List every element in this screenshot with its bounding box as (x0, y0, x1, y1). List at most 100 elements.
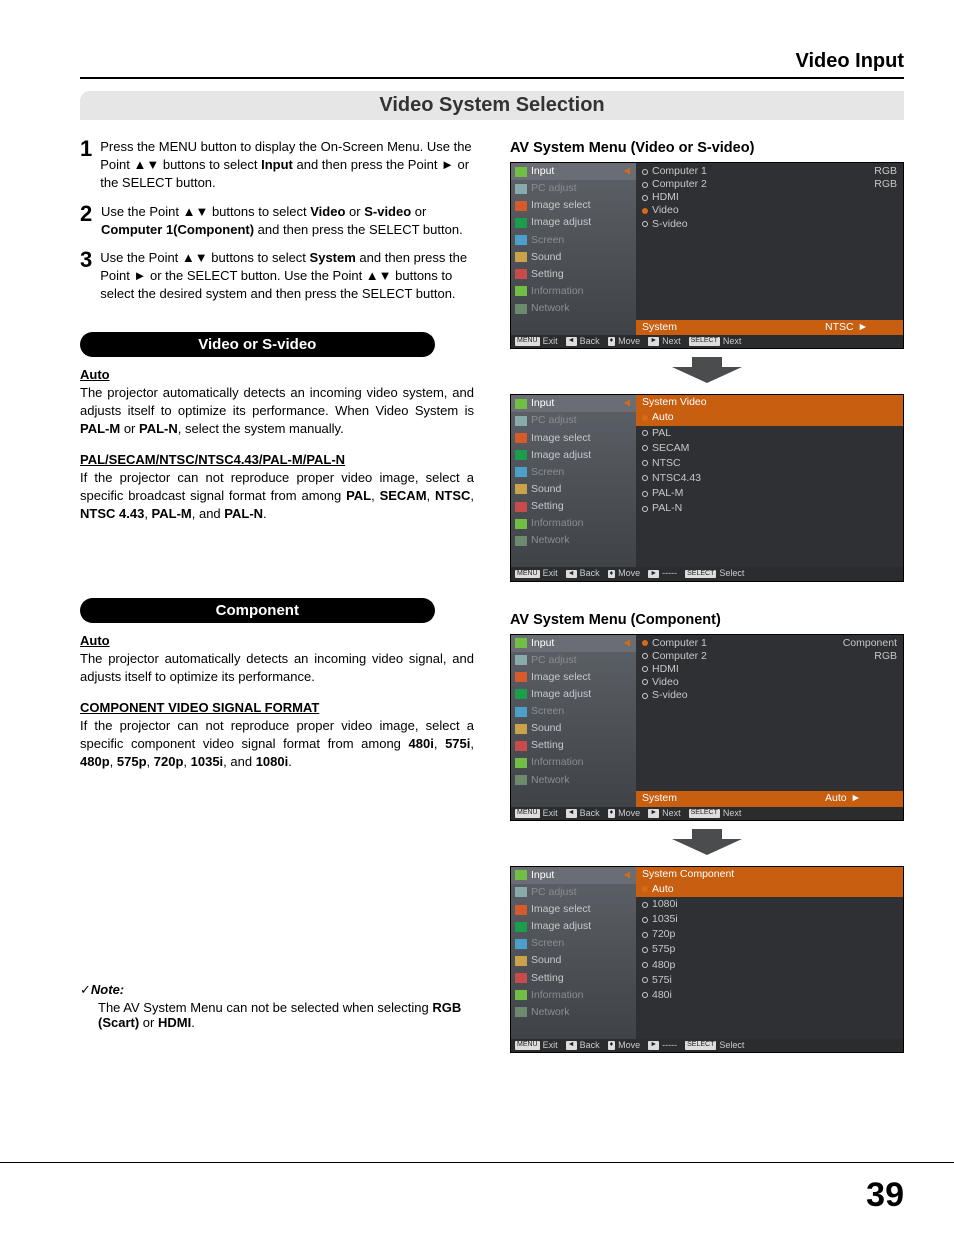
osd-foot-item: ►Next (648, 808, 680, 819)
menu-icon (515, 304, 527, 314)
osd-side-label: Screen (531, 466, 564, 479)
osd-footer: MENUExit◄Back♦Move►NextSELECTNext (511, 335, 903, 348)
osd-input-name: S-video (652, 218, 688, 231)
osd-main: System VideoAutoPALSECAMNTSCNTSC4.43PAL-… (636, 395, 903, 567)
osd-foot-item: ◄Back (566, 808, 600, 819)
osd-input-name: Computer 2 (652, 650, 707, 663)
osd-input-row: Computer 1RGB (642, 165, 897, 178)
osd-side-item: Network (511, 300, 636, 317)
osd-side-item: Screen (511, 464, 636, 481)
menu-icon (515, 1007, 527, 1017)
osd-side-label: Image select (531, 432, 591, 445)
auto-heading-2: Auto (80, 633, 474, 648)
menu-icon (515, 758, 527, 768)
osd-input-name: Computer 1 (652, 637, 707, 650)
radio-icon (642, 977, 648, 983)
osd-side-label: Information (531, 285, 584, 298)
osd-panel: Input◄PC adjustImage selectImage adjustS… (510, 394, 904, 581)
pill-component: Component (80, 598, 435, 623)
note-block: ✓Note: The AV System Menu can not be sel… (80, 982, 474, 1030)
radio-icon (642, 221, 648, 227)
osd-system-name: 720p (652, 928, 675, 941)
menu-icon (515, 433, 527, 443)
osd-side-item: Setting (511, 970, 636, 987)
menu-icon (515, 672, 527, 682)
menu-icon (515, 201, 527, 211)
osd-system-name: 1035i (652, 913, 678, 926)
radio-icon (642, 445, 648, 451)
menu-icon (515, 724, 527, 734)
osd-system-row: 1035i (642, 912, 897, 927)
osd-side-label: Network (531, 534, 570, 547)
osd-system-name: Auto (652, 411, 674, 424)
menu-icon (515, 416, 527, 426)
arrow-down-icon (510, 357, 904, 386)
osd-side-item: Screen (511, 935, 636, 952)
osd-input-name: Computer 1 (652, 165, 707, 178)
osd-foot-item: MENUExit (515, 568, 558, 579)
osd-system-bar: SystemAuto ► (636, 791, 903, 806)
osd-side-item: PC adjust (511, 180, 636, 197)
osd-side-item: PC adjust (511, 884, 636, 901)
menu-icon (515, 286, 527, 296)
osd-foot-item: ◄Back (566, 568, 600, 579)
osd-foot-item: MENUExit (515, 1040, 558, 1051)
osd-side-item: Screen (511, 232, 636, 249)
osd-foot-item: SELECTSelect (685, 568, 744, 579)
menu-icon (515, 956, 527, 966)
osd-system-row: PAL-N (642, 501, 897, 516)
osd-system-row: NTSC4.43 (642, 471, 897, 486)
osd-system-name: 480p (652, 959, 675, 972)
auto-heading-1: Auto (80, 367, 474, 382)
chevron-left-icon: ◄ (622, 397, 632, 410)
auto-para-1: The projector automatically detects an i… (80, 384, 474, 439)
osd-foot-item: ♦Move (608, 808, 641, 819)
osd-side-label: Image select (531, 903, 591, 916)
osd-foot-item: ◄Back (566, 336, 600, 347)
osd-side-label: Screen (531, 234, 564, 247)
menu-icon (515, 689, 527, 699)
osd-screenshot-2: Input◄PC adjustImage selectImage adjustS… (510, 394, 904, 581)
menu-icon (515, 450, 527, 460)
osd-input-name: Computer 2 (652, 178, 707, 191)
osd-foot-item: SELECTSelect (685, 1040, 744, 1051)
osd1-title: AV System Menu (Video or S-video) (510, 140, 904, 156)
menu-icon (515, 536, 527, 546)
osd-system-label: System (636, 791, 819, 806)
osd-main: System ComponentAuto1080i1035i720p575p48… (636, 867, 903, 1039)
radio-icon (642, 932, 648, 938)
osd-side-item: Information (511, 987, 636, 1004)
chevron-left-icon: ◄ (622, 165, 632, 178)
osd-panel: Input◄PC adjustImage selectImage adjustS… (510, 162, 904, 349)
osd-system-name: PAL-N (652, 502, 682, 515)
osd-input-row: Computer 1 Component (642, 637, 897, 650)
osd-system-name: PAL (652, 427, 671, 440)
osd-side-label: Input (531, 397, 554, 410)
step: 3Use the Point ▲▼ buttons to select Syst… (80, 249, 474, 304)
menu-icon (515, 870, 527, 880)
menu-icon (515, 707, 527, 717)
menu-icon (515, 167, 527, 177)
osd-system-row: 575p (642, 942, 897, 957)
osd-side-item: Image select (511, 669, 636, 686)
osd-side-item: Setting (511, 266, 636, 283)
osd-footer: MENUExit◄Back♦Move►NextSELECTNext (511, 807, 903, 820)
radio-icon (642, 415, 648, 421)
osd-system-header: System Component (636, 867, 903, 882)
osd-system-row: 480p (642, 958, 897, 973)
radio-icon (642, 475, 648, 481)
osd-input-row: Computer 2RGB (642, 650, 897, 663)
left-column: 1Press the MENU button to display the On… (80, 138, 474, 1053)
osd-side-label: Image select (531, 671, 591, 684)
menu-icon (515, 887, 527, 897)
chevron-right-icon: ► (858, 321, 868, 334)
osd-foot-item: MENUExit (515, 336, 558, 347)
step-number: 3 (80, 249, 92, 304)
menu-icon (515, 939, 527, 949)
osd-side-item: PC adjust (511, 652, 636, 669)
chevron-right-icon: ► (851, 792, 861, 805)
osd-system-name: 575i (652, 974, 672, 987)
osd-system-row: 1080i (642, 897, 897, 912)
osd-input-right: Component (843, 637, 897, 650)
page-number: 39 (866, 1176, 904, 1215)
